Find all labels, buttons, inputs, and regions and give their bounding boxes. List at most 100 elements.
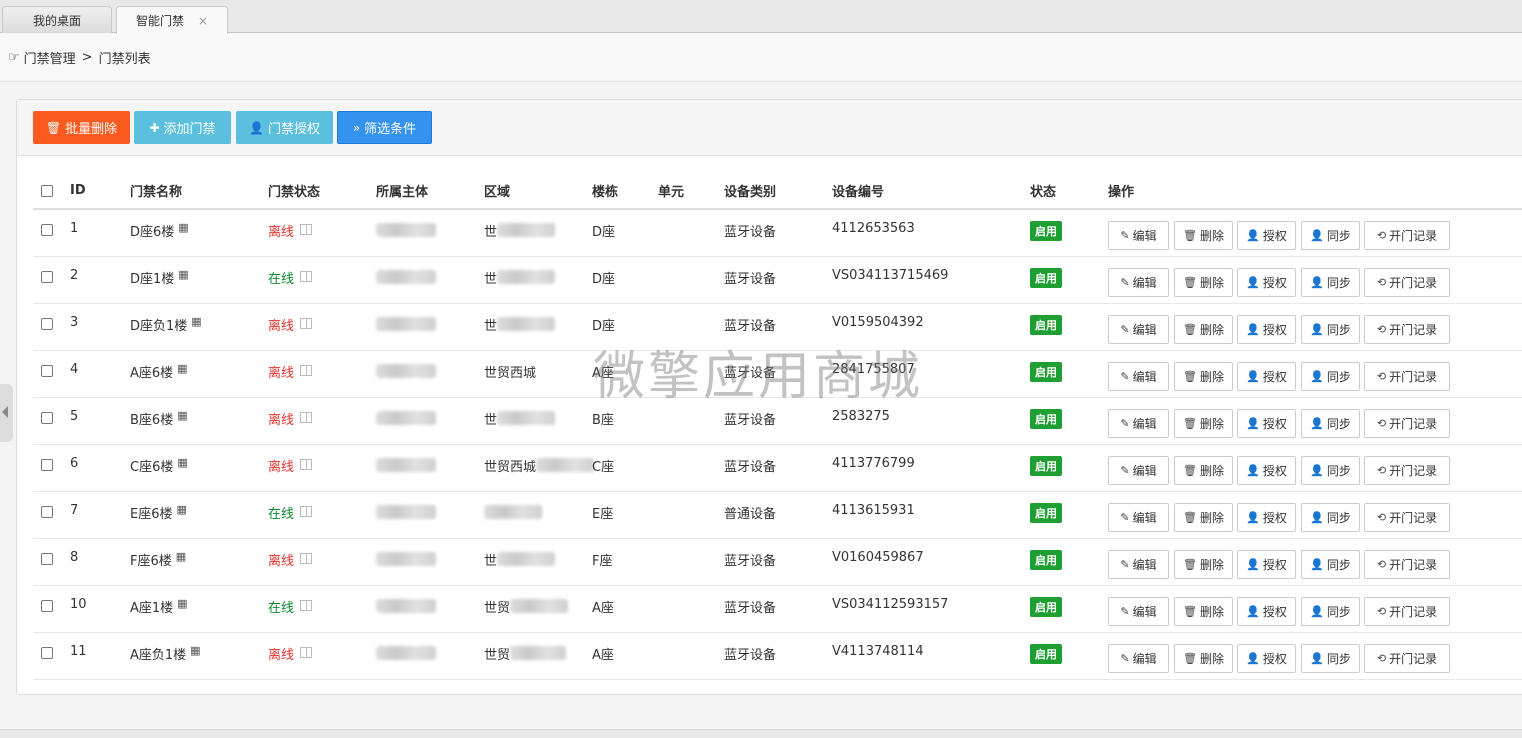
row-checkbox[interactable]	[41, 304, 53, 350]
edit-button[interactable]: ✎ 编辑	[1108, 362, 1169, 391]
delete-button[interactable]: 🗑 删除	[1174, 644, 1233, 673]
delete-button[interactable]: 🗑 删除	[1174, 456, 1233, 485]
sync-label: 同步	[1326, 511, 1351, 525]
qrcode-icon[interactable]: ▦	[191, 315, 201, 328]
row-checkbox[interactable]	[41, 257, 53, 303]
main-panel: 🗑 批量删除 ✚ 添加门禁 👤 门禁授权 » 筛选条件 ID 门禁名称 门禁状态 所属主…	[16, 99, 1522, 695]
edit-button[interactable]: ✎ 编辑	[1108, 644, 1169, 673]
open-records-button[interactable]: ⟲ 开门记录	[1364, 456, 1450, 485]
sync-button[interactable]: 👤 同步	[1301, 550, 1360, 579]
qrcode-icon[interactable]: ▦	[177, 597, 187, 610]
cell-device-type: 蓝牙设备	[724, 225, 777, 240]
qrcode-icon[interactable]: ▦	[178, 221, 188, 234]
close-icon[interactable]: ×	[198, 14, 208, 28]
delete-button[interactable]: 🗑 删除	[1174, 597, 1233, 626]
cell-status: 启用	[1030, 351, 1062, 397]
row-checkbox[interactable]	[41, 210, 53, 256]
status-badge: 启用	[1030, 362, 1062, 382]
row-checkbox[interactable]	[41, 539, 53, 585]
trash-icon: 🗑	[1183, 276, 1197, 289]
row-checkbox[interactable]	[41, 492, 53, 538]
sync-button[interactable]: 👤 同步	[1301, 503, 1360, 532]
edit-button[interactable]: ✎ 编辑	[1108, 550, 1169, 579]
select-all-checkbox[interactable]	[41, 173, 53, 208]
authorize-button[interactable]: 👤 授权	[1237, 315, 1296, 344]
open-records-button[interactable]: ⟲ 开门记录	[1364, 597, 1450, 626]
filter-button[interactable]: » 筛选条件	[337, 111, 432, 144]
delete-button[interactable]: 🗑 删除	[1174, 268, 1233, 297]
tab-smart-access[interactable]: 智能门禁 ×	[116, 6, 228, 34]
sync-button[interactable]: 👤 同步	[1301, 456, 1360, 485]
sync-button[interactable]: 👤 同步	[1301, 268, 1360, 297]
sync-icon: ⟲	[1376, 511, 1387, 524]
sync-button[interactable]: 👤 同步	[1301, 409, 1360, 438]
edit-button[interactable]: ✎ 编辑	[1108, 597, 1169, 626]
qrcode-icon[interactable]: ▦	[177, 362, 187, 375]
qrcode-icon[interactable]: ▦	[177, 456, 187, 469]
open-records-button[interactable]: ⟲ 开门记录	[1364, 268, 1450, 297]
authorize-button[interactable]: 👤 授权	[1237, 644, 1296, 673]
open-records-button[interactable]: ⟲ 开门记录	[1364, 221, 1450, 250]
authorize-button[interactable]: 👤 授权	[1237, 362, 1296, 391]
document-icon[interactable]	[300, 553, 313, 564]
sidebar-toggle-handle[interactable]	[0, 384, 13, 442]
edit-button[interactable]: ✎ 编辑	[1108, 221, 1169, 250]
row-checkbox[interactable]	[41, 445, 53, 491]
authorize-access-button[interactable]: 👤 门禁授权	[236, 111, 333, 144]
document-icon[interactable]	[300, 412, 313, 423]
cell-id: 11	[70, 644, 87, 659]
authorize-button[interactable]: 👤 授权	[1237, 221, 1296, 250]
add-access-button[interactable]: ✚ 添加门禁	[134, 111, 231, 144]
authorize-button[interactable]: 👤 授权	[1237, 597, 1296, 626]
authorize-button[interactable]: 👤 授权	[1237, 503, 1296, 532]
delete-button[interactable]: 🗑 删除	[1174, 362, 1233, 391]
document-icon[interactable]	[300, 459, 313, 470]
user-icon: 👤	[1310, 652, 1324, 665]
document-icon[interactable]	[300, 365, 313, 376]
document-icon[interactable]	[300, 506, 313, 517]
authorize-button[interactable]: 👤 授权	[1237, 456, 1296, 485]
authorize-button[interactable]: 👤 授权	[1237, 268, 1296, 297]
breadcrumb-item-access-management[interactable]: 门禁管理	[24, 48, 76, 67]
delete-button[interactable]: 🗑 删除	[1174, 409, 1233, 438]
batch-delete-button[interactable]: 🗑 批量删除	[33, 111, 130, 144]
document-icon[interactable]	[300, 647, 313, 658]
edit-button[interactable]: ✎ 编辑	[1108, 503, 1169, 532]
qrcode-icon[interactable]: ▦	[190, 644, 200, 657]
delete-button[interactable]: 🗑 删除	[1174, 315, 1233, 344]
delete-button[interactable]: 🗑 删除	[1174, 221, 1233, 250]
tab-desktop[interactable]: 我的桌面	[2, 6, 112, 33]
authorize-button[interactable]: 👤 授权	[1237, 409, 1296, 438]
open-records-button[interactable]: ⟲ 开门记录	[1364, 315, 1450, 344]
row-checkbox[interactable]	[41, 351, 53, 397]
qrcode-icon[interactable]: ▦	[177, 503, 187, 516]
delete-button[interactable]: 🗑 删除	[1174, 550, 1233, 579]
document-icon[interactable]	[300, 271, 313, 282]
row-checkbox[interactable]	[41, 586, 53, 632]
open-records-button[interactable]: ⟲ 开门记录	[1364, 550, 1450, 579]
open-records-button[interactable]: ⟲ 开门记录	[1364, 409, 1450, 438]
qrcode-icon[interactable]: ▦	[178, 268, 188, 281]
sync-button[interactable]: 👤 同步	[1301, 597, 1360, 626]
edit-button[interactable]: ✎ 编辑	[1108, 268, 1169, 297]
sync-button[interactable]: 👤 同步	[1301, 315, 1360, 344]
sync-button[interactable]: 👤 同步	[1301, 221, 1360, 250]
open-records-button[interactable]: ⟲ 开门记录	[1364, 362, 1450, 391]
document-icon[interactable]	[300, 600, 313, 611]
sync-button[interactable]: 👤 同步	[1301, 362, 1360, 391]
edit-button[interactable]: ✎ 编辑	[1108, 315, 1169, 344]
qrcode-icon[interactable]: ▦	[177, 409, 187, 422]
open-records-button[interactable]: ⟲ 开门记录	[1364, 644, 1450, 673]
document-icon[interactable]	[300, 224, 313, 235]
row-checkbox[interactable]	[41, 398, 53, 444]
delete-button[interactable]: 🗑 删除	[1174, 503, 1233, 532]
edit-button[interactable]: ✎ 编辑	[1108, 409, 1169, 438]
toolbar: 🗑 批量删除 ✚ 添加门禁 👤 门禁授权 » 筛选条件	[17, 100, 1522, 156]
document-icon[interactable]	[300, 318, 313, 329]
authorize-button[interactable]: 👤 授权	[1237, 550, 1296, 579]
open-records-button[interactable]: ⟲ 开门记录	[1364, 503, 1450, 532]
row-checkbox[interactable]	[41, 633, 53, 679]
sync-button[interactable]: 👤 同步	[1301, 644, 1360, 673]
edit-button[interactable]: ✎ 编辑	[1108, 456, 1169, 485]
qrcode-icon[interactable]: ▦	[176, 550, 186, 563]
